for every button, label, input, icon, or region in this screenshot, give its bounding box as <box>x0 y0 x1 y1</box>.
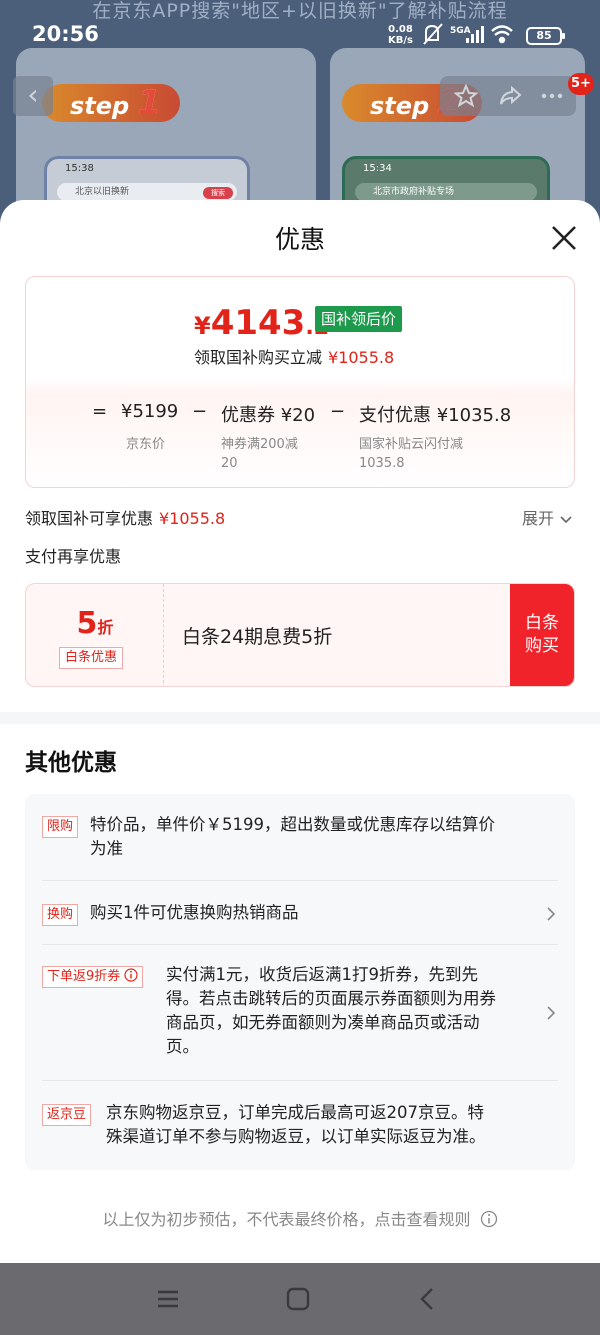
subsidy-discount-amount: ¥1055.8 <box>328 348 395 367</box>
coupon-return-text: 实付满1元，收货后返满1打9折券，先到先 得。若点击跳转后的页面展示券面额则为用… <box>166 965 496 1056</box>
jingdou-tag: 返京豆 <box>42 1104 92 1126</box>
list-separator <box>42 1080 558 1081</box>
breakdown-minus-1: − <box>192 401 208 422</box>
status-bar: 20:56 0.08 KB/s 5GA 85 <box>0 18 600 54</box>
pay-more-label: 支付再享优惠 <box>25 547 122 566</box>
baitiao-offer-card[interactable]: 5折 白条优惠 白条24期息费5折 白条 购买 <box>25 583 575 687</box>
baitiao-discount-block: 5折 白条优惠 <box>26 584 164 686</box>
more-icon[interactable] <box>540 84 564 108</box>
jingdou-text: 京东购物返京豆，订单完成后最高可返207京豆。特 殊渠道订单不参与购物返豆，以订… <box>106 1103 486 1146</box>
exchange-text: 购买1件可优惠换购热销商品 <box>90 903 299 922</box>
list-item-jingdou: 返京豆 京东购物返京豆，订单完成后最高可返207京豆。特 殊渠道订单不参与购物返… <box>42 1103 558 1158</box>
jd-price-label: 京东价 <box>126 437 166 452</box>
status-icons: 5GA <box>423 23 513 45</box>
list-item-coupon-return[interactable]: 下单返9折券 实付满1元，收货后返满1打9折券，先到先 得。若点击跳转后的页面展… <box>42 965 558 1066</box>
list-item-limited: 限购 特价品，单件价￥5199，超出数量或优惠库存以结算价 为准 <box>42 815 558 876</box>
chevron-right-icon <box>547 907 556 921</box>
other-offers-list: 限购 特价品，单件价￥5199，超出数量或优惠库存以结算价 为准 换购 购买1件… <box>25 794 575 1170</box>
gov-subsidy-tag: 国补领后价 <box>315 306 403 332</box>
exchange-tag: 换购 <box>42 904 79 926</box>
wifi-icon <box>491 25 513 44</box>
baitiao-buy-button[interactable]: 白条 购买 <box>510 584 574 686</box>
list-item-exchange[interactable]: 换购 购买1件可优惠换购热销商品 <box>42 903 558 930</box>
system-nav-bar <box>0 1263 600 1335</box>
info-icon <box>124 968 139 982</box>
phone1-time: 15:38 <box>65 163 94 174</box>
notification-badge: 5+ <box>568 73 594 95</box>
share-icon[interactable] <box>498 84 522 108</box>
breakdown-pay: 支付优惠 ¥1035.8 <box>359 405 512 426</box>
list-separator <box>42 880 558 881</box>
phone2-time: 15:34 <box>363 163 392 174</box>
breakdown-coupon: 优惠券 ¥20 <box>221 405 316 426</box>
subsidy-discount-line: 领取国补购买立减 ¥1055.8 <box>194 348 395 367</box>
limit-text: 特价品，单件价￥5199，超出数量或优惠库存以结算价 为准 <box>90 815 495 858</box>
limit-tag: 限购 <box>42 816 79 838</box>
breakdown-minus-2: − <box>330 401 346 422</box>
step1-number: 1 <box>137 83 162 123</box>
home-icon[interactable] <box>284 1285 312 1313</box>
coupon-return-tag: 下单返9折券 <box>42 966 144 988</box>
close-icon[interactable] <box>548 222 580 254</box>
network-type: 5GA <box>450 26 471 36</box>
chevron-right-icon <box>547 1006 556 1020</box>
network-speed: 0.08 KB/s <box>388 24 413 46</box>
section-divider <box>0 712 600 724</box>
other-offers-title: 其他优惠 <box>25 750 117 776</box>
baitiao-discount: 5折 <box>76 606 114 641</box>
sheet-title: 优惠 <box>274 225 325 254</box>
top-action-group <box>440 76 576 116</box>
estimate-footnote[interactable]: 以上仅为初步预估，不代表最终价格，点击查看规则 <box>0 1206 600 1230</box>
info-icon <box>480 1210 497 1228</box>
breakdown-jd-price: ¥5199 <box>121 401 179 422</box>
gov-subsidy-row: 领取国补可享优惠 ¥1055.8 <box>25 509 226 528</box>
list-separator <box>42 944 558 945</box>
status-time: 20:56 <box>32 22 99 46</box>
star-icon[interactable] <box>454 84 478 108</box>
baitiao-offer-text: 白条24期息费5折 <box>182 626 333 648</box>
back-nav-icon[interactable] <box>414 1285 442 1313</box>
breakdown-equals: = <box>92 401 108 422</box>
phone2-search: 北京市政府补贴专场 <box>355 183 537 201</box>
back-button[interactable]: ‹ <box>13 76 53 116</box>
back-arrow-icon: ‹ <box>27 78 39 111</box>
pay-label: 国家补贴云闪付减 1035.8 <box>359 437 464 471</box>
battery-indicator: 85 <box>526 27 565 45</box>
chevron-down-icon <box>560 515 572 523</box>
step1-label: step 1 <box>42 84 180 122</box>
coupon-label: 神券满200减 20 <box>221 437 298 471</box>
discount-sheet: 优惠 ¥4143.2 国补领后价 领取国补购买立减¥1055.8 = ¥5199… <box>0 200 600 1263</box>
final-price: ¥4143.2 <box>194 303 329 343</box>
expand-button[interactable]: 展开 <box>522 505 573 529</box>
gov-subsidy-amount: ¥1055.8 <box>159 509 226 528</box>
baitiao-tag: 白条优惠 <box>59 647 124 669</box>
price-card: ¥4143.2 国补领后价 领取国补购买立减¥1055.8 = ¥5199 − … <box>25 276 575 488</box>
mute-icon <box>423 23 443 45</box>
menu-icon[interactable] <box>154 1285 182 1313</box>
phone1-search-button: 搜索 <box>203 187 233 199</box>
